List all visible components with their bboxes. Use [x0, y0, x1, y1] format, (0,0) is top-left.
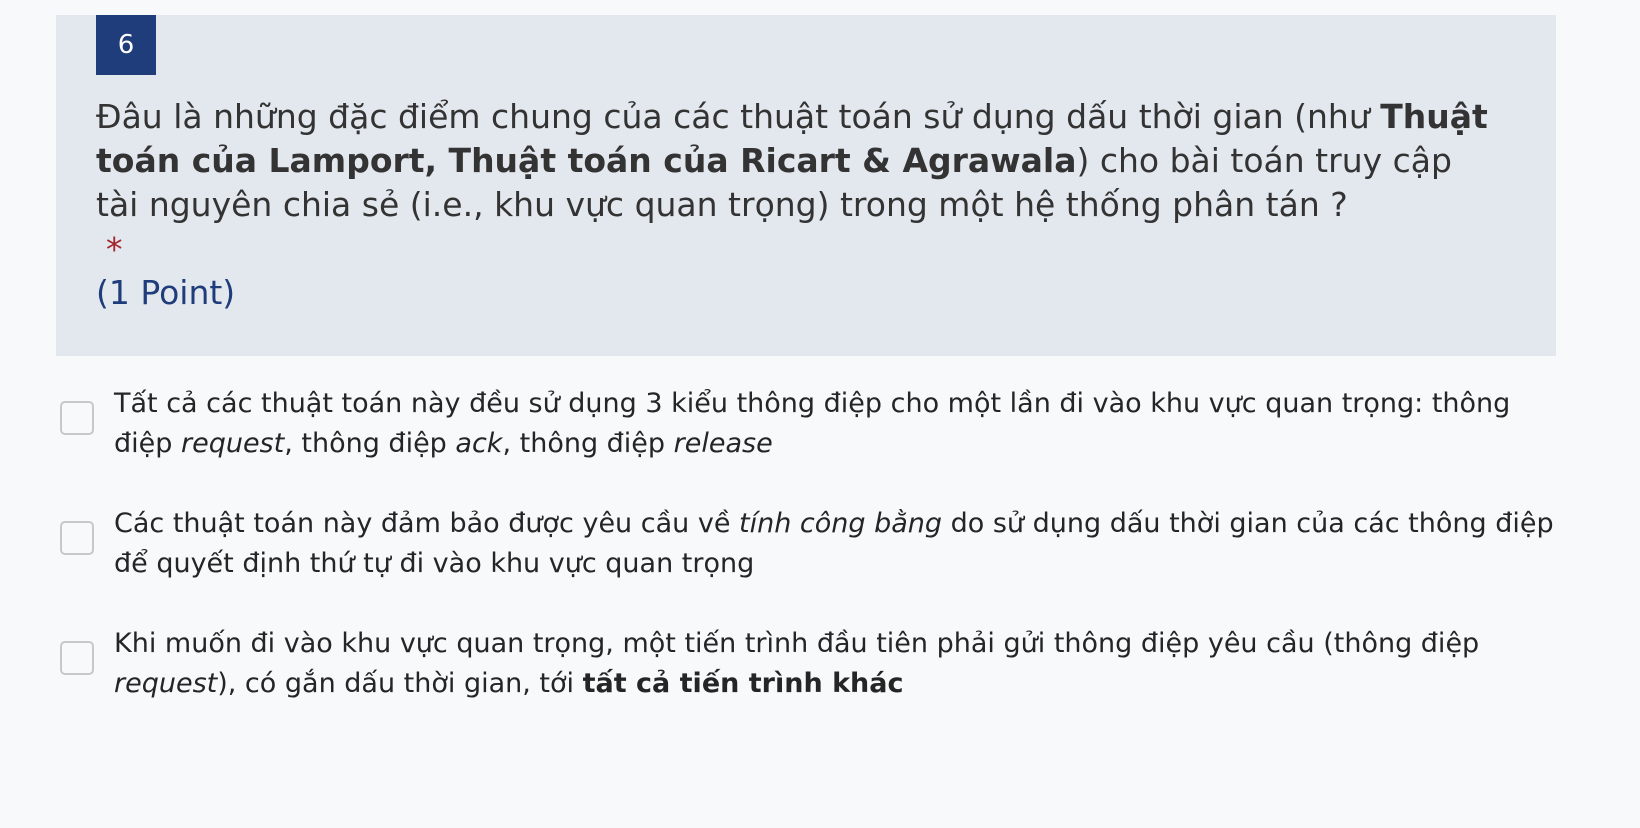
- question-number-badge: 6: [96, 15, 156, 75]
- required-asterisk: *: [106, 230, 123, 269]
- question-points: (1 Point): [96, 273, 236, 312]
- option-1-italic-release: release: [673, 428, 773, 459]
- option-1-text-part3: , thông điệp: [502, 428, 674, 459]
- option-2-text: Các thuật toán này đảm bảo được yêu cầu …: [114, 504, 1554, 584]
- option-2-checkbox[interactable]: [60, 521, 94, 555]
- option-3-italic-request: request: [114, 668, 218, 699]
- option-3-checkbox[interactable]: [60, 641, 94, 675]
- option-3-text-part1: Khi muốn đi vào khu vực quan trọng, một …: [114, 628, 1480, 659]
- option-3-bold-all-processes: tất cả tiến trình khác: [582, 668, 904, 699]
- option-2-text-part1: Các thuật toán này đảm bảo được yêu cầu …: [114, 508, 740, 539]
- option-1-italic-ack: ack: [455, 428, 503, 459]
- option-2-italic-fairness: tính công bằng: [739, 508, 943, 539]
- question-card: 6 Đâu là những đặc điểm chung của các th…: [56, 15, 1556, 356]
- option-1-italic-request: re­quest: [180, 428, 285, 459]
- option-3-text: Khi muốn đi vào khu vực quan trọng, một …: [114, 624, 1554, 704]
- option-1-text-part2: , thông điệp: [284, 428, 456, 459]
- question-text-part1: Đâu là những đặc điểm chung của các thuậ…: [96, 97, 1381, 136]
- option-1-text: Tất cả các thuật toán này đều sử dụng 3 …: [114, 384, 1554, 464]
- option-3-text-part2: ), có gắn dấu thời gian, tới: [217, 668, 583, 699]
- question-text: Đâu là những đặc điểm chung của các thuậ…: [96, 95, 1496, 227]
- option-1-checkbox[interactable]: [60, 401, 94, 435]
